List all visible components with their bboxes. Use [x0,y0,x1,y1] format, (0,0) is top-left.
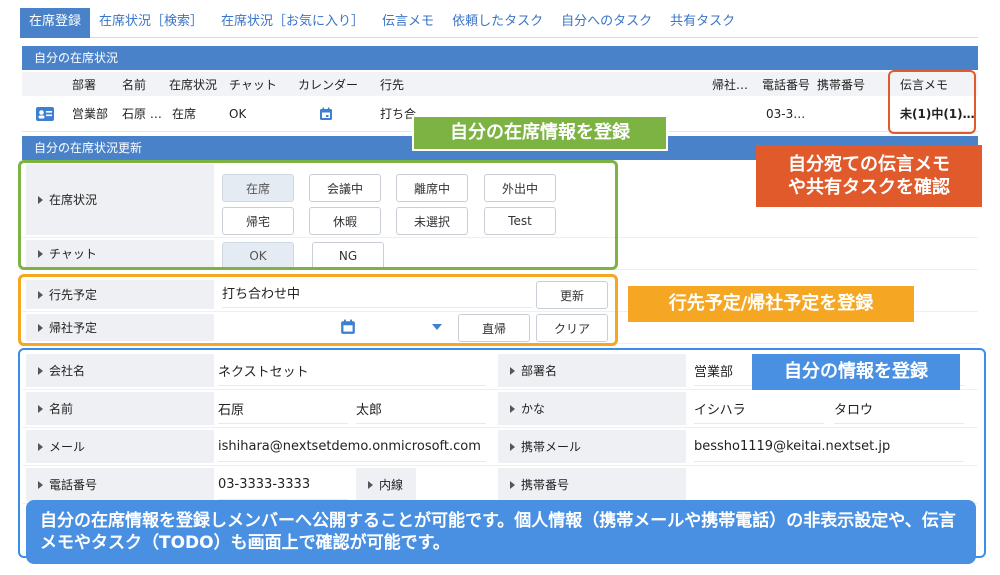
profile-card-icon[interactable] [36,96,54,131]
status-option-present[interactable]: 在席 [222,174,294,202]
calendar-icon[interactable] [319,96,333,131]
mobile-email-label: 携帯メール [498,430,686,463]
col-chat: チャット [229,77,277,92]
caret-right-icon [368,480,373,489]
email-value[interactable]: ishihara@nextsetdemo.onmicrosoft.com [218,432,486,462]
return-label: 帰社予定 [26,314,214,341]
col-calendar: カレンダー [298,77,359,92]
last-name-value[interactable]: 石原 [218,394,348,424]
caret-right-icon [38,480,43,489]
callout-register-schedule: 行先予定/帰社予定を登録 [628,286,914,322]
mobile-label: 携帯番号 [498,468,686,501]
col-status: 在席状況 [169,77,218,92]
chat-label: チャット [26,240,214,267]
phone-label: 電話番号 [26,468,214,501]
row-name: 石原 … [122,107,162,121]
row-phone: 03-3… [766,106,806,121]
dropdown-caret-icon[interactable] [432,324,442,330]
tab-status-register[interactable]: 在席登録 [20,8,91,38]
row-status: 在席 [172,107,197,121]
row-chat: OK [229,106,247,121]
status-option-meeting[interactable]: 会議中 [309,174,381,202]
tab-status-search[interactable]: 在席状況［検索］ [90,8,212,38]
kana-label: かな [498,392,686,425]
tab-my-tasks[interactable]: 自分へのタスク [552,8,661,38]
callout-summary: 自分の在席情報を登録しメンバーへ公開することが可能です。個人情報（携帯メールや携… [26,500,976,564]
row-memo[interactable]: 未(1)中(1)… [900,96,975,131]
name-row: 名前 石原 太郎 かな イシハラ タロウ [22,390,978,428]
status-option-away[interactable]: 離席中 [396,174,468,202]
tab-requested-tasks[interactable]: 依頼したタスク [443,8,552,38]
email-row: メール ishihara@nextsetdemo.onmicrosoft.com… [22,428,978,466]
tab-status-favorites[interactable]: 在席状況［お気に入り］ [212,8,373,38]
ext-label: 内線 [356,468,416,501]
tab-shared-tasks[interactable]: 共有タスク [661,8,744,38]
kana-last-value[interactable]: イシハラ [694,394,824,424]
name-label: 名前 [26,392,214,425]
caret-right-icon [38,249,43,258]
callout-register-info: 自分の情報を登録 [752,354,960,390]
col-phone: 電話番号 [762,77,811,92]
phone-value[interactable]: 03-3333-3333 [218,470,348,500]
status-option-leave[interactable]: 休暇 [309,207,381,235]
update-button[interactable]: 更新 [536,281,608,309]
company-value[interactable]: ネクストセット [218,356,486,386]
clear-button[interactable]: クリア [536,314,608,342]
status-option-unselected[interactable]: 未選択 [396,207,468,235]
status-grid-header: 部署 名前 在席状況 チャット カレンダー 行先 帰社… 電話番号 携帯番号 伝… [22,72,978,96]
my-status-header: 自分の在席状況 [22,46,978,70]
chat-option-ng[interactable]: NG [312,242,384,270]
caret-right-icon [38,323,43,332]
status-option-home[interactable]: 帰宅 [222,207,294,235]
col-name: 名前 [122,77,147,92]
status-option-out[interactable]: 外出中 [484,174,556,202]
caret-right-icon [38,366,43,375]
chat-option-ok[interactable]: OK [222,242,294,270]
col-memo: 伝言メモ [900,77,949,92]
tab-message-memo[interactable]: 伝言メモ [373,8,443,38]
caret-right-icon [510,480,515,489]
company-label: 会社名 [26,354,214,387]
caret-right-icon [38,442,43,451]
status-label: 在席状況 [26,164,214,235]
caret-right-icon [38,290,43,299]
col-dept: 部署 [72,77,97,92]
row-dept: 営業部 [72,107,109,121]
col-mobile: 携帯番号 [817,77,866,92]
first-name-value[interactable]: 太郎 [356,394,486,424]
mobile-email-value[interactable]: bessho1119@keitai.nextset.jp [694,432,964,462]
status-option-test[interactable]: Test [484,207,556,235]
phone-row: 電話番号 03-3333-3333 内線 携帯番号 [22,466,978,504]
col-destination: 行先 [380,77,405,92]
destination-label: 行先予定 [26,280,214,309]
chat-row: チャット OK NG [22,238,978,270]
kana-first-value[interactable]: タロウ [834,394,964,424]
caret-right-icon [510,404,515,413]
tab-bar: 在席登録 在席状況［検索］ 在席状況［お気に入り］ 伝言メモ 依頼したタスク 自… [20,8,978,38]
direct-return-button[interactable]: 直帰 [458,314,530,342]
calendar-icon[interactable] [340,319,356,338]
col-return: 帰社… [712,77,749,92]
caret-right-icon [510,366,515,375]
caret-right-icon [38,195,43,204]
destination-input[interactable]: 打ち合わせ中 [222,278,532,308]
caret-right-icon [510,442,515,451]
callout-register-status: 自分の在席情報を登録 [412,115,668,151]
callout-check-memo: 自分宛ての伝言メモ や共有タスクを確認 [756,145,982,207]
email-label: メール [26,430,214,463]
caret-right-icon [38,404,43,413]
dept-label: 部署名 [498,354,686,387]
